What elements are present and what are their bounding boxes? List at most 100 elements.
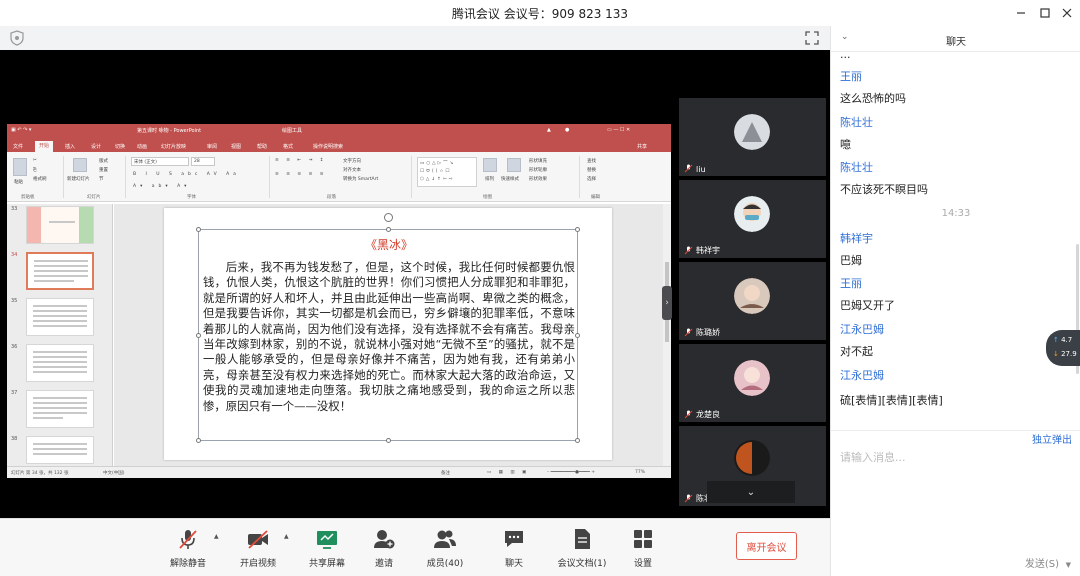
thumb-line: [34, 280, 74, 282]
participant-tile[interactable]: 韩祥宇: [679, 180, 826, 258]
participant-avatar: [734, 196, 770, 232]
participant-avatar: [734, 114, 770, 150]
ribbon-group-label: 幻灯片: [87, 195, 101, 200]
caret-up-icon[interactable]: ▲: [284, 533, 289, 540]
window-title: 腾讯会议 会议号：909 823 133: [451, 7, 629, 21]
thumb-line: [33, 412, 87, 414]
new-slide-icon: [73, 158, 87, 172]
ribbon-group-label: 剪贴板: [21, 195, 35, 200]
send-button[interactable]: 发送(S): [1025, 555, 1059, 570]
fullscreen-icon[interactable]: [804, 30, 820, 46]
share-screen-button[interactable]: 共享屏幕: [302, 526, 352, 572]
participant-tile[interactable]: 龙楚良: [679, 344, 826, 422]
mic-muted-icon: [684, 246, 693, 255]
network-speed-widget[interactable]: ↑ 4.7 ↓ 27.9: [1046, 330, 1080, 366]
participant-avatar: [734, 278, 770, 314]
chat-message-text: 巴姆: [840, 254, 862, 267]
leave-meeting-button[interactable]: 离开会议: [736, 532, 797, 560]
chat-icon: [505, 531, 523, 547]
current-slide: 《黑冰》 后来，我不再为钱发愁了，但是，这个时候，我比任何时候都要仇恨钱，仇恨人…: [164, 208, 612, 460]
invite-button[interactable]: 邀请: [359, 526, 409, 572]
shapes-glyphs: ▭○△▷⌒↘ ☐⬭⟨⟩☆☐ ⬡△↓↑⇦⇨: [420, 161, 456, 182]
slide-thumbnail-pane: 33 34 35 36 37 38: [7, 204, 113, 466]
minimize-icon[interactable]: [1010, 3, 1032, 23]
chat-button[interactable]: 聊天: [489, 526, 539, 572]
participant-name: liu: [696, 165, 706, 174]
ppt-tab: 格式: [283, 144, 294, 150]
chat-timestamp: 14:33: [941, 208, 971, 219]
participant-tile[interactable]: 陈璐娇: [679, 262, 826, 340]
caret-up-icon[interactable]: ▲: [214, 533, 219, 540]
popout-link[interactable]: 独立弹出: [1032, 431, 1072, 446]
ribbon-text: 查找: [587, 159, 596, 164]
video-top-bar: [0, 26, 830, 50]
thumb-line: [33, 320, 87, 322]
chat-message-text: 硫[表情][表情][表情]: [840, 394, 943, 407]
ppt-tab: 动画: [137, 144, 148, 150]
collapse-tiles-handle[interactable]: ›: [662, 286, 672, 320]
resize-handle: [196, 333, 201, 338]
maximize-icon[interactable]: [1034, 3, 1056, 23]
thumb-line: [49, 221, 75, 223]
participant-tile[interactable]: liu: [679, 98, 826, 176]
chat-title: 聊天: [946, 37, 966, 48]
resize-handle: [386, 227, 391, 232]
thumb-line: [33, 356, 87, 358]
chat-sender-name: 王丽: [840, 70, 862, 83]
thumb-line: [33, 417, 63, 419]
ribbon-text: 格式刷: [33, 177, 47, 182]
thumb-number: 38: [11, 436, 18, 442]
ppt-tab-search: 操作说明搜索: [313, 144, 344, 150]
thumb-line: [33, 453, 87, 455]
ppt-tab: 文件: [13, 144, 24, 150]
upload-arrow-icon: ↑: [1053, 336, 1062, 344]
ppt-warning-icon: ▲: [547, 127, 551, 133]
status-slide-count: 幻灯片 第 34 张，共 132 张: [11, 471, 69, 476]
invite-icon: [374, 530, 395, 549]
mic-off-icon: [179, 530, 197, 549]
ribbon-group-label: 绘图: [483, 195, 492, 200]
status-zoom: 77%: [635, 470, 646, 475]
ribbon-group-label: 编辑: [591, 195, 600, 200]
arrange-icon: [483, 158, 497, 172]
chat-input-placeholder[interactable]: 请输入消息...: [840, 449, 906, 465]
title-bar: 腾讯会议 会议号：909 823 133: [0, 0, 1080, 26]
font-size-box: 28: [191, 157, 215, 166]
font-style-buttons: B I U S abc AV Aa: [133, 172, 240, 177]
ribbon-separator: [269, 156, 270, 198]
shield-icon[interactable]: [10, 30, 24, 46]
thumb-line: [33, 305, 87, 307]
ribbon-text: 对齐文本: [343, 168, 361, 173]
ppt-tab: 设计: [91, 144, 102, 150]
meeting-docs-button[interactable]: 会议文档(1): [557, 526, 607, 572]
ribbon-text: 28: [194, 159, 200, 164]
share-screen-icon: [317, 531, 337, 549]
chat-input-area[interactable]: 请输入消息... 发送(S) ▼: [831, 430, 1080, 576]
chat-sender-name: 江永巴姆: [840, 323, 884, 336]
ppt-share-button: 共享: [637, 144, 648, 150]
members-button[interactable]: 成员(40): [420, 526, 470, 572]
mic-muted-icon: [684, 494, 693, 503]
chat-message-text: 巴姆又开了: [840, 299, 895, 312]
start-video-button[interactable]: 开启视频: [233, 526, 283, 572]
participant-name: 韩祥宇: [696, 246, 720, 255]
thumb-line: [33, 371, 87, 373]
ppt-tab: 幻灯片放映: [161, 144, 187, 150]
chevron-down-icon[interactable]: ⌄: [707, 481, 795, 503]
camera-off-icon: [248, 530, 268, 549]
font-name-box: 宋体 (正文): [131, 157, 189, 166]
ppt-tab: 切换: [115, 144, 126, 150]
resize-handle: [386, 438, 391, 443]
resize-handle: [196, 438, 201, 443]
close-icon[interactable]: [1056, 3, 1078, 23]
chat-sender-name: 韩祥宇: [840, 232, 873, 245]
send-options-icon[interactable]: ▼: [1066, 561, 1071, 569]
chat-message-text: 不应该死不瞑目吗: [840, 183, 928, 196]
ribbon-separator: [125, 156, 126, 198]
slide-title: 《黑冰》: [364, 238, 413, 252]
unmute-button[interactable]: 解除静音: [163, 526, 213, 572]
chat-message-text: 对不起: [840, 345, 873, 358]
settings-button[interactable]: 设置: [618, 526, 668, 572]
resize-handle: [575, 438, 580, 443]
unmute-label: 解除静音: [169, 559, 206, 569]
